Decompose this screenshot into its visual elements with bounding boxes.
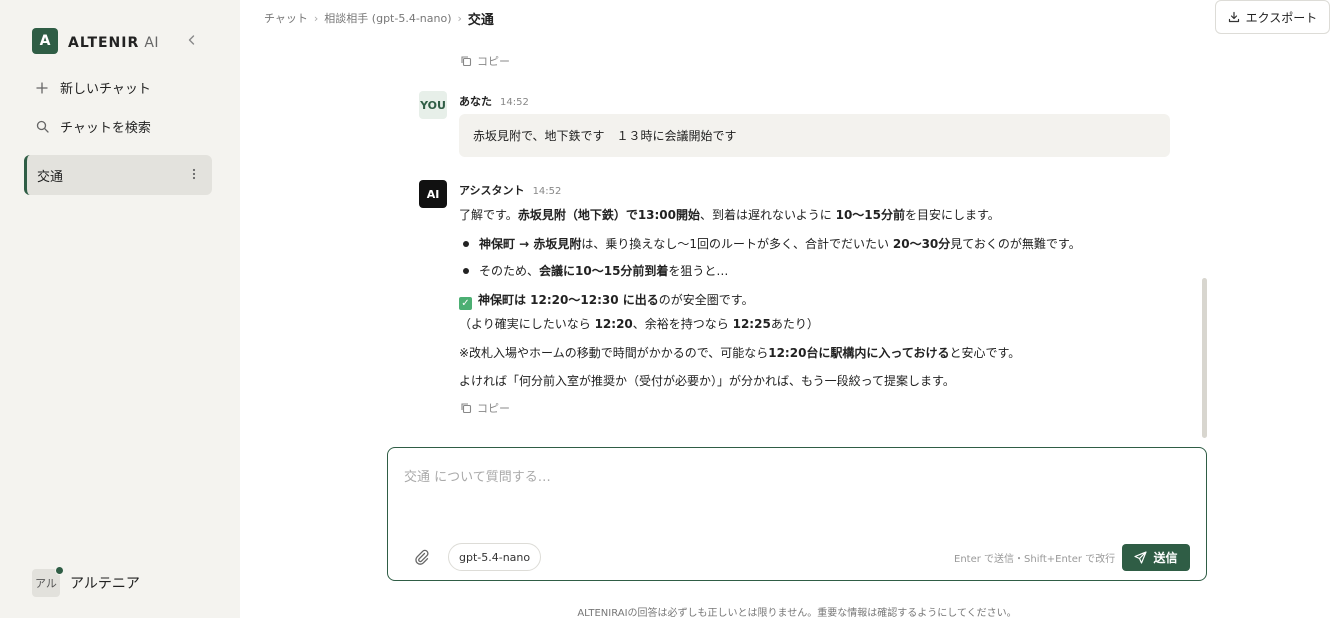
send-label: 送信 <box>1153 551 1178 565</box>
search-chat-button[interactable]: チャットを検索 <box>34 117 151 136</box>
brand[interactable]: A ALTENIR AI <box>32 28 159 54</box>
copy-icon <box>461 56 472 67</box>
breadcrumb-assistant[interactable]: 相談相手 (gpt-5.4-nano) <box>324 10 451 26</box>
copy-icon <box>461 403 472 414</box>
download-icon <box>1228 11 1239 23</box>
message-time: 14:52 <box>532 186 562 197</box>
assistant-checkmark-line: ✓ 神保町は 12:20〜12:30 に出るのが安全圏です。 <box>459 291 754 310</box>
avatar: アル <box>32 566 64 597</box>
more-vertical-icon[interactable] <box>192 168 196 183</box>
brand-logo: A <box>32 28 58 54</box>
chevron-left-icon <box>188 35 195 45</box>
message-input[interactable] <box>404 466 1184 526</box>
user-profile[interactable]: アル アルテニア <box>32 566 140 597</box>
keyboard-hint: Enter で送信・Shift+Enter で改行 <box>954 554 1116 565</box>
send-icon <box>1134 551 1148 564</box>
assistant-paragraph: ※改札入場やホームの移動で時間がかかるので、可能なら12:20台に駅構内に入って… <box>459 346 1021 360</box>
search-icon <box>34 119 50 135</box>
message-composer: gpt-5.4-nano Enter で送信・Shift+Enter で改行 送… <box>387 447 1207 581</box>
plus-icon <box>34 80 50 96</box>
avatar-initials: アル <box>35 577 57 590</box>
copy-button[interactable]: コピー <box>460 53 510 69</box>
sidebar-chat-item-traffic[interactable]: 交通 <box>24 155 212 195</box>
copy-label: コピー <box>477 402 510 415</box>
export-label: エクスポート <box>1245 10 1318 25</box>
new-chat-label: 新しいチャット <box>60 82 151 97</box>
brand-suffix: AI <box>144 34 160 51</box>
send-button[interactable]: 送信 <box>1122 544 1190 571</box>
assistant-paragraph: 了解です。赤坂見附（地下鉄）で13:00開始、到着は遅れないように 10〜15分… <box>459 208 1000 222</box>
breadcrumb-separator: › <box>457 11 462 25</box>
assistant-message-header: アシスタント 14:52 <box>459 182 561 198</box>
breadcrumb-separator: › <box>313 11 319 25</box>
chat-item-label: 交通 <box>37 169 64 185</box>
model-selector[interactable]: gpt-5.4-nano <box>448 543 542 571</box>
brand-name: ALTENIR <box>68 34 140 51</box>
scrollbar-thumb[interactable] <box>1202 278 1207 438</box>
online-status-dot <box>55 566 64 575</box>
paperclip-icon <box>415 549 429 565</box>
assistant-bullet-item: 神保町 → 赤坂見附は、乗り換えなし〜1回のルートが多く、合計でだいたい 20〜… <box>479 237 1081 251</box>
copy-button[interactable]: コピー <box>460 400 510 416</box>
assistant-paragraph: よければ「何分前入室が推奨か（受付が必要か）」が分かれば、もう一段絞って提案しま… <box>459 374 955 388</box>
message-author: あなた <box>459 95 492 108</box>
breadcrumb-chat[interactable]: チャット <box>264 10 308 26</box>
collapse-sidebar-button[interactable] <box>182 30 202 50</box>
search-chat-label: チャットを検索 <box>60 121 151 136</box>
assistant-paragraph: （より確実にしたいなら 12:20、余裕を持つなら 12:25あたり） <box>459 317 819 331</box>
assistant-message-avatar: AI <box>419 180 447 208</box>
user-message-bubble: 赤坂見附で、地下鉄です １３時に会議開始です <box>459 114 1170 157</box>
sidebar: A ALTENIR AI 新しいチャット チャットを検索 交通 アル アルテニア <box>0 0 240 618</box>
bullet-icon <box>463 241 469 247</box>
breadcrumb: チャット › 相談相手 (gpt-5.4-nano) › 交通 <box>264 10 494 28</box>
user-name: アルテニア <box>70 576 140 592</box>
message-time: 14:52 <box>500 97 529 108</box>
copy-label: コピー <box>477 55 510 68</box>
export-button[interactable]: エクスポート <box>1215 0 1330 34</box>
user-message-avatar: YOU <box>419 91 447 119</box>
disclaimer-text: ALTENIRAIの回答は必ずしも正しいとは限りません。重要な情報は確認するよう… <box>577 608 1017 618</box>
check-box-icon: ✓ <box>459 297 472 310</box>
attach-button[interactable] <box>412 547 432 567</box>
message-author: アシスタント <box>459 184 525 197</box>
page-title: 交通 <box>467 12 494 28</box>
assistant-bullet-item: そのため、会議に10〜15分前到着を狙うと… <box>479 264 729 278</box>
new-chat-button[interactable]: 新しいチャット <box>34 78 151 97</box>
user-message-header: あなた 14:52 <box>459 93 529 109</box>
bullet-icon <box>463 268 469 274</box>
